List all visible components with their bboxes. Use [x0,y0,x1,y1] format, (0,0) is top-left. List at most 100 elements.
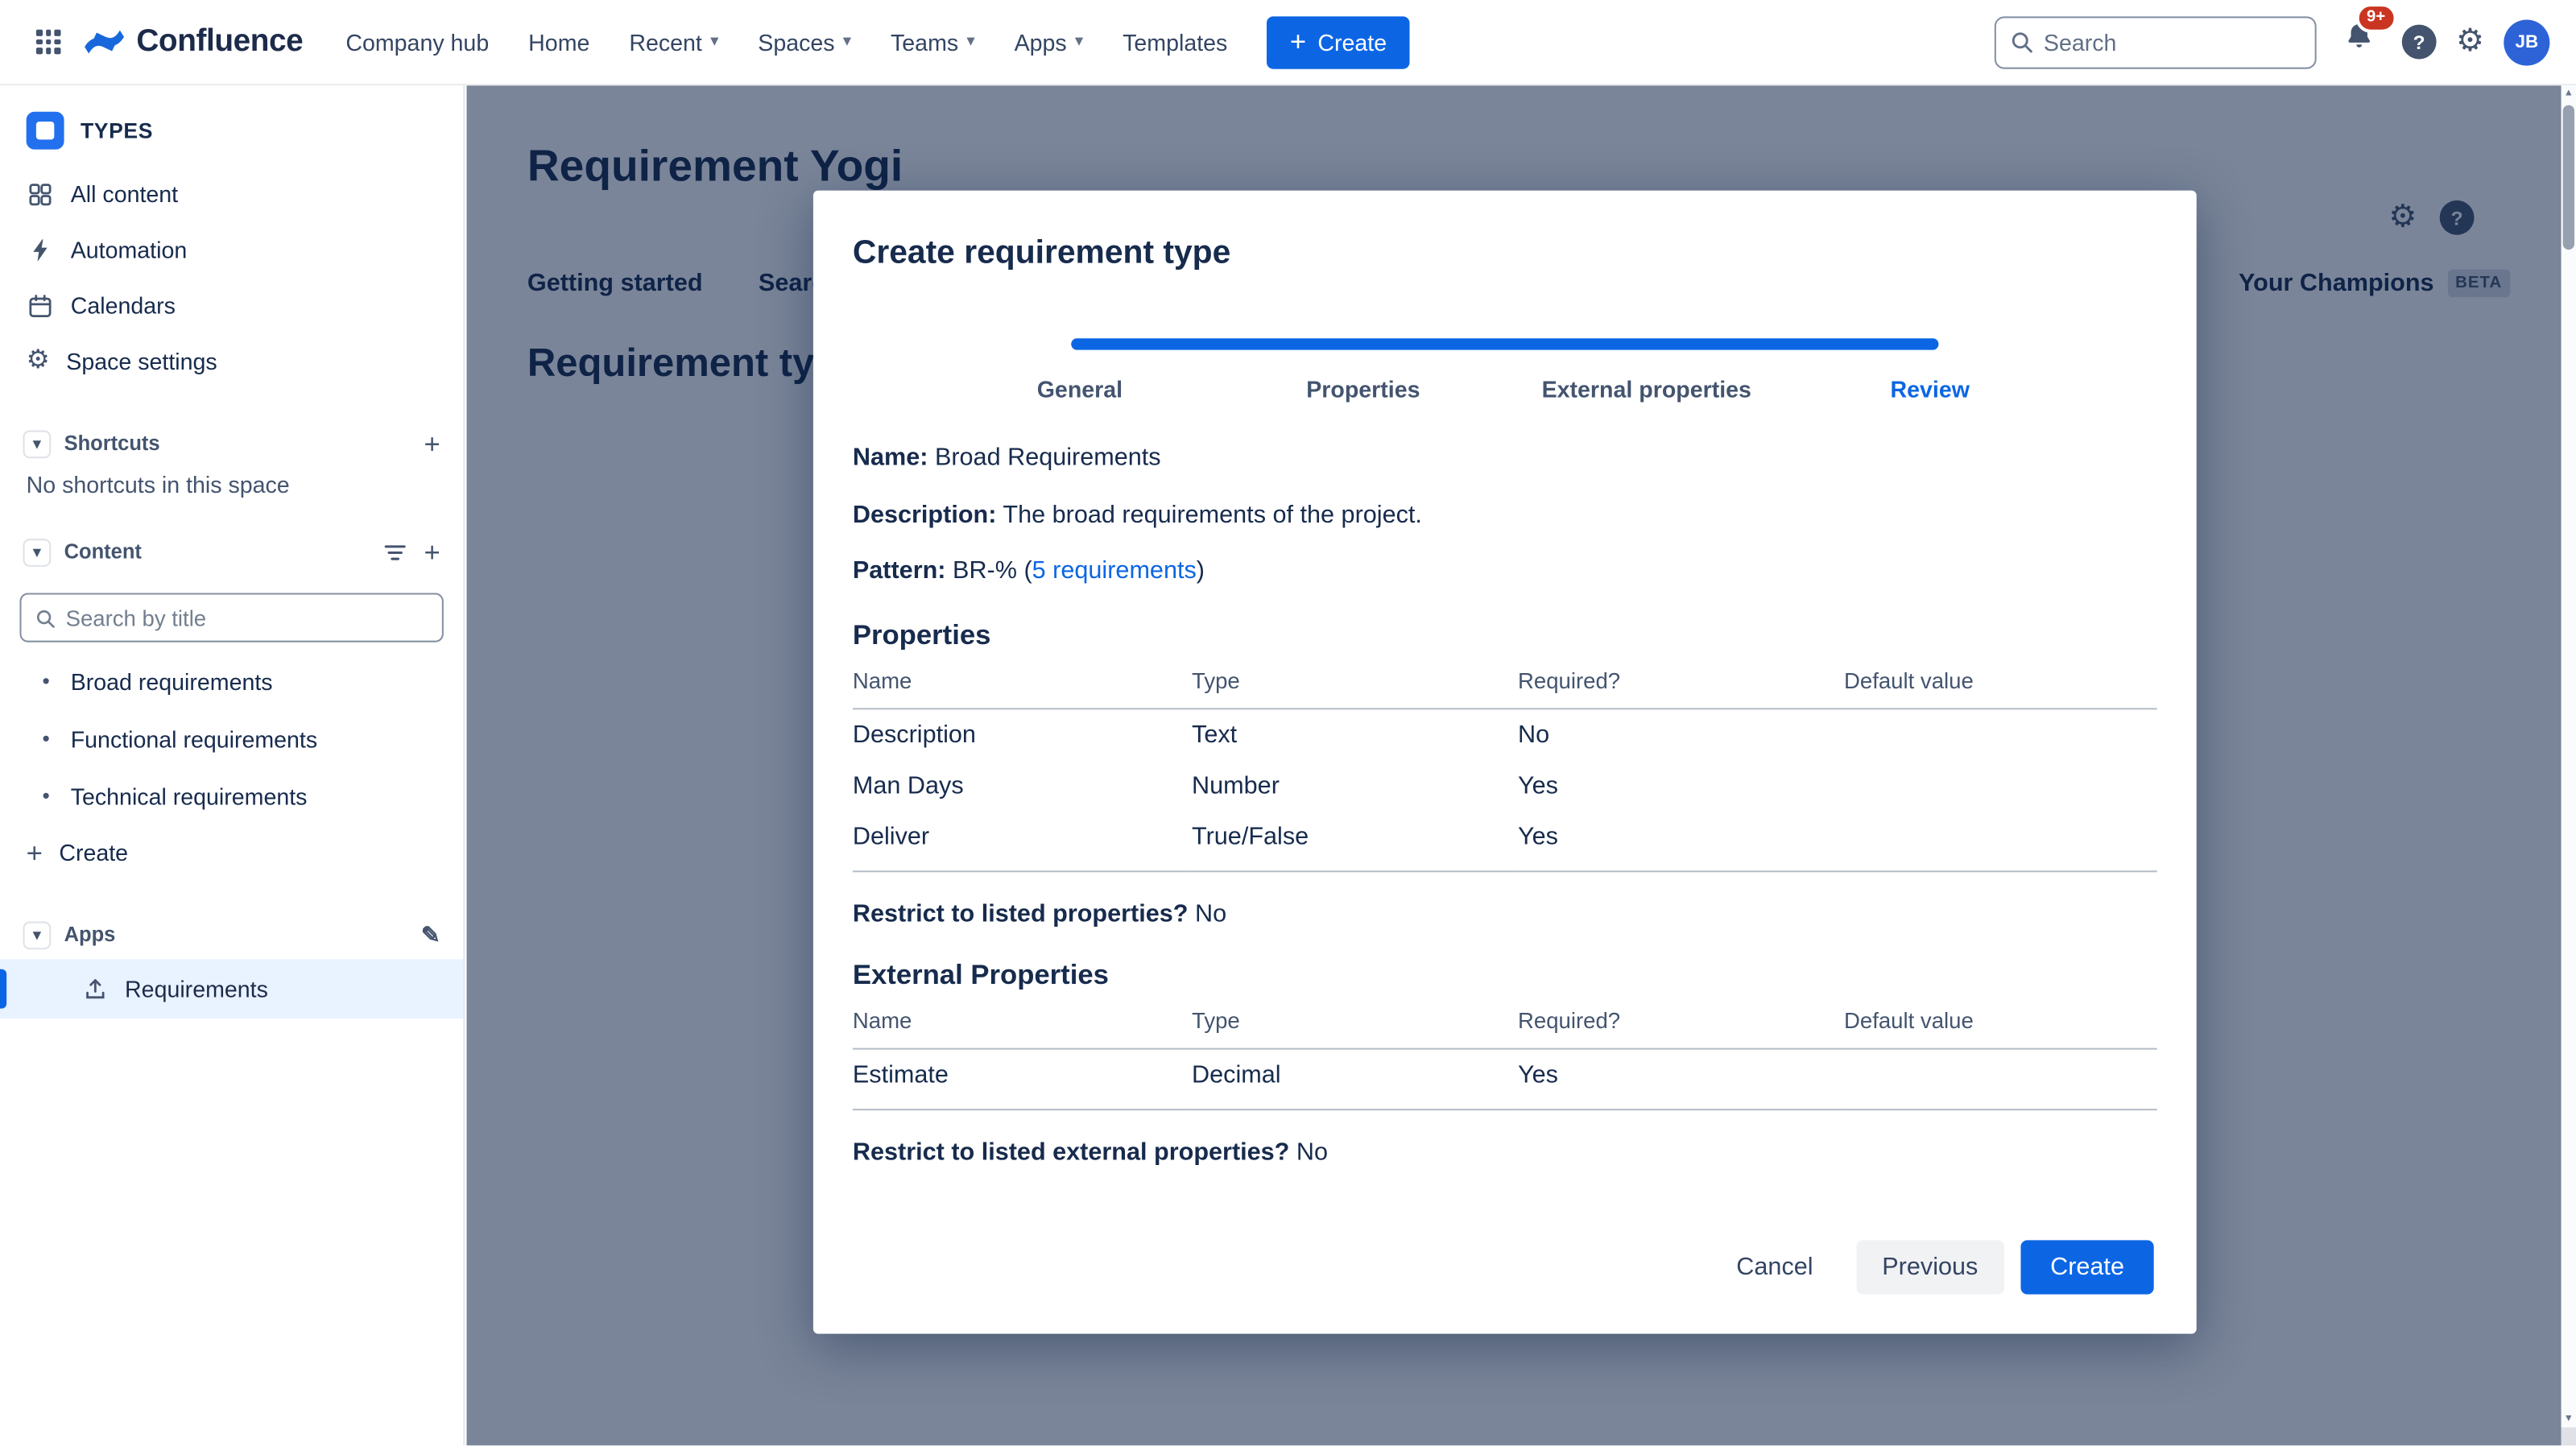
search-input[interactable] [2044,29,2301,56]
edit-apps-button[interactable]: ✎ [421,923,440,947]
primary-nav: Company hub Home Recent▾ Spaces▾ Teams▾ … [326,0,1247,85]
modal-footer: Cancel Previous Create [1710,1240,2154,1294]
chevron-down-icon[interactable]: ▾ [23,538,52,566]
description-field: Description: The broad requirements of t… [853,498,2157,531]
apps-section-header: ▾ Apps ✎ [0,910,463,959]
title-search-box[interactable] [19,593,443,642]
logo-text: Confluence [136,24,303,60]
bullet-icon: • [36,726,56,751]
confluence-mark-icon [84,22,125,63]
add-shortcut-button[interactable]: + [424,430,440,458]
nav-spaces[interactable]: Spaces▾ [738,0,871,85]
search-icon [2009,30,2034,55]
gear-icon: ⚙ [27,349,50,375]
add-content-button[interactable]: + [424,538,440,566]
calendar-icon [27,291,55,320]
modal-body: Name: Broad Requirements Description: Th… [813,403,2197,1166]
bullet-icon: • [36,783,56,808]
page-item-functional-requirements[interactable]: • Functional requirements [0,709,463,766]
navbar-right: 9+ ? ⚙ JB [1995,14,2550,68]
restrict-properties-field: Restrict to listed properties? No [853,899,2157,928]
space-name: TYPES [81,118,153,143]
app-switcher-icon[interactable] [27,19,71,64]
wizard-progress-bar [1071,338,1938,349]
name-field: Name: Broad Requirements [853,442,2157,474]
external-properties-heading: External Properties [853,958,2157,991]
page-item-broad-requirements[interactable]: • Broad requirements [0,652,463,709]
vertical-scrollbar[interactable]: ▲ ▼ [2562,85,2576,1427]
space-header[interactable]: TYPES [0,105,463,166]
restrict-external-properties-field: Restrict to listed external properties? … [853,1138,2157,1166]
scrollbar-thumb[interactable] [2563,105,2574,250]
table-header-row: Name Type Required? Default value [853,1002,2157,1048]
table-header-row: Name Type Required? Default value [853,661,2157,708]
nav-apps[interactable]: Apps▾ [994,0,1103,85]
previous-button[interactable]: Previous [1856,1240,2004,1294]
table-row: EstimateDecimalYes [853,1048,2157,1109]
external-properties-table: Name Type Required? Default value Estima… [853,1002,2157,1110]
page-item-technical-requirements[interactable]: • Technical requirements [0,767,463,824]
chevron-down-icon: ▾ [843,0,851,85]
notifications-button[interactable]: 9+ [2336,14,2382,68]
scroll-up-arrow[interactable]: ▲ [2562,85,2576,101]
settings-gear-button[interactable]: ⚙ [2456,27,2484,58]
step-external-properties[interactable]: External properties [1505,376,1788,403]
plus-icon: + [27,839,43,867]
notification-badge: 9+ [2355,3,2397,33]
sidebar-item-automation[interactable]: Automation [0,221,463,277]
help-button[interactable]: ? [2402,25,2437,60]
bullet-icon: • [36,668,56,693]
scroll-down-arrow[interactable]: ▼ [2562,1411,2576,1427]
sidebar-item-all-content[interactable]: All content [0,166,463,221]
step-general[interactable]: General [938,376,1222,403]
space-icon [27,112,64,150]
create-submit-button[interactable]: Create [2020,1240,2153,1294]
gear-icon: ⚙ [2456,25,2484,60]
question-icon: ? [2413,31,2425,54]
table-row: Man DaysNumberYes [853,760,2157,811]
cancel-button[interactable]: Cancel [1710,1240,1840,1294]
create-button[interactable]: + Create [1267,15,1409,68]
create-requirement-type-modal: Create requirement type General Properti… [813,191,2197,1334]
modal-title: Create requirement type [813,191,2197,273]
confluence-logo[interactable]: Confluence [84,22,303,63]
lightning-icon [27,236,55,264]
properties-heading: Properties [853,618,2157,651]
scrollbar-corner [2562,1427,2576,1445]
shortcuts-section-header: ▾ Shortcuts + [0,419,463,468]
table-row: DescriptionTextNo [853,708,2157,759]
chevron-down-icon[interactable]: ▾ [23,921,52,949]
sidebar: TYPES All content Automation [0,85,465,1445]
sidebar-item-space-settings[interactable]: ⚙ Space settings [0,333,463,389]
avatar[interactable]: JB [2504,19,2549,64]
grid-icon [36,30,61,55]
step-properties[interactable]: Properties [1222,376,1505,403]
nav-templates[interactable]: Templates [1103,0,1247,85]
sidebar-create-button[interactable]: + Create [0,824,463,880]
requirements-app-icon [82,976,109,1002]
sidebar-item-calendars[interactable]: Calendars [0,278,463,333]
chevron-down-icon[interactable]: ▾ [23,430,52,458]
filter-icon[interactable] [382,539,407,564]
top-navbar: Confluence Company hub Home Recent▾ Spac… [0,0,2576,85]
title-search-input[interactable] [66,605,429,630]
nav-recent[interactable]: Recent▾ [610,0,738,85]
chevron-down-icon: ▾ [1075,0,1083,85]
requirements-count-link[interactable]: 5 requirements [1032,557,1197,585]
nav-home[interactable]: Home [509,0,610,85]
table-row: DeliverTrue/FalseYes [853,811,2157,870]
plus-icon: + [1290,28,1306,56]
nav-teams[interactable]: Teams▾ [871,0,995,85]
chevron-down-icon: ▾ [710,0,718,85]
content-section-header: ▾ Content + [0,527,463,576]
pencil-icon: ✎ [421,922,440,948]
chevron-down-icon: ▾ [966,0,974,85]
wizard-steps: General Properties External properties R… [938,376,2072,403]
sidebar-item-requirements[interactable]: Requirements [0,959,463,1018]
pattern-field: Pattern: BR-% (5 requirements) [853,556,2157,588]
nav-company-hub[interactable]: Company hub [326,0,509,85]
global-search[interactable] [1995,15,2317,68]
shortcuts-empty-text: No shortcuts in this space [0,468,463,498]
step-review[interactable]: Review [1788,376,2072,403]
grid-squares-icon [27,180,55,208]
